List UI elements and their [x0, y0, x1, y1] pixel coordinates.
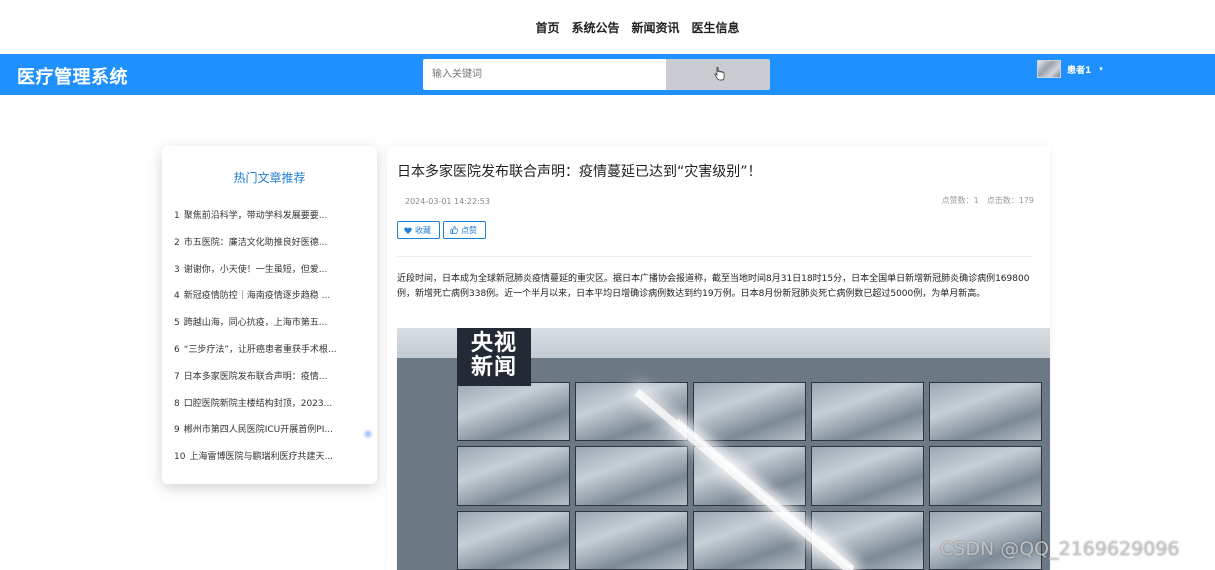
user-menu[interactable]: 患者1 ▾ — [1037, 60, 1103, 78]
nav-item-news[interactable]: 新闻资讯 — [632, 19, 680, 36]
search-input[interactable] — [423, 59, 666, 90]
article-title: 日本多家医院发布联合声明：疫情蔓延已达到“灾害级别”！ — [397, 164, 762, 180]
list-item-label: 上海雷博医院与鹏瑞利医疗共建天... — [189, 452, 334, 463]
monitor-cell — [811, 446, 924, 506]
article-body: 近段时间，日本成为全球新冠肺炎疫情蔓延的重灾区。据日本广播协会报道称，截至当地时… — [397, 274, 1030, 299]
list-item-number: 1 — [174, 211, 180, 221]
monitor-cell — [929, 446, 1042, 506]
favorite-button[interactable]: 收藏 — [397, 221, 440, 239]
list-item-number: 4 — [174, 291, 180, 302]
favorite-label: 收藏 — [415, 225, 431, 235]
monitor-cell — [457, 382, 570, 442]
monitor-cell — [575, 446, 688, 506]
header-bar: 医疗管理系统 患者1 ▾ — [0, 54, 1215, 95]
list-item-number: 6 — [174, 344, 180, 355]
chevron-down-icon[interactable]: ▾ — [1099, 65, 1103, 73]
list-item-number: 7 — [174, 371, 180, 382]
monitor-cell — [811, 510, 924, 570]
hot-articles-list: 1 聚焦前沿科学，带动学科发展要要... 2 市五医院：廉洁文化助推良好医德... … — [174, 208, 346, 476]
list-item[interactable]: 10 上海雷博医院与鹏瑞利医疗共建天... — [174, 449, 346, 476]
divider — [397, 256, 1033, 257]
list-item[interactable]: 3 谢谢你，小天使！一生虽短，但爱... — [174, 262, 346, 289]
hot-articles-card: 热门文章推荐 1 聚焦前沿科学，带动学科发展要要... 2 市五医院：廉洁文化助推良… — [162, 146, 377, 484]
list-item[interactable]: 4 新冠疫情防控｜海南疫情逐步趋稳 ... — [174, 288, 346, 315]
list-item-number: 5 — [174, 318, 180, 329]
cctv-news-logo: 央视 新闻 — [457, 328, 531, 386]
list-item-number: 3 — [174, 264, 180, 275]
like-label: 点赞 — [461, 225, 477, 235]
article-panel: 日本多家医院发布联合声明：疫情蔓延已达到“灾害级别”！ 2024-03-01 1… — [387, 146, 1050, 570]
list-item-label: 跨越山海，同心抗疫，上海市第五... — [183, 318, 328, 329]
list-item-label: 日本多家医院发布联合声明：疫情... — [183, 371, 328, 382]
list-item[interactable]: 9 郴州市第四人民医院ICU开展首例PI... — [174, 422, 346, 449]
brand-title: 医疗管理系统 — [17, 67, 128, 88]
user-name[interactable]: 患者1 — [1067, 63, 1091, 76]
hand-cursor-icon — [714, 67, 725, 81]
click-count: 点击数：179 — [986, 196, 1034, 205]
list-item-label: 市五医院：廉洁文化助推良好医德... — [183, 237, 328, 248]
thumbs-up-icon — [450, 226, 458, 234]
list-item[interactable]: 6 “三步疗法”，让肝癌患者重获手术根... — [174, 342, 346, 369]
list-item-label: “三步疗法”，让肝癌患者重获手术根... — [183, 344, 337, 355]
list-item[interactable]: 7 日本多家医院发布联合声明：疫情... — [174, 369, 346, 396]
logo-line-1: 央视 — [470, 331, 517, 356]
article-actions: 收藏 点赞 — [397, 221, 486, 239]
article-image: 央视 新闻 — [397, 328, 1050, 570]
decorative-blob — [362, 429, 374, 439]
monitor-cell — [575, 382, 688, 442]
logo-line-2: 新闻 — [470, 355, 517, 380]
search-button[interactable] — [666, 59, 770, 90]
monitor-cell — [457, 510, 570, 570]
search-bar — [423, 59, 770, 90]
list-item[interactable]: 2 市五医院：廉洁文化助推良好医德... — [174, 235, 346, 262]
watermark: CSDN @QQ_2169629096 — [940, 538, 1180, 560]
like-button[interactable]: 点赞 — [443, 221, 486, 239]
monitor-cell — [929, 382, 1042, 442]
list-item-number: 9 — [174, 425, 180, 436]
monitor-cell — [811, 382, 924, 442]
article-date: 2024-03-01 14:22:53 — [405, 197, 490, 206]
list-item[interactable]: 5 跨越山海，同心抗疫，上海市第五... — [174, 315, 346, 342]
list-item-number: 8 — [174, 398, 180, 409]
monitor-cell — [575, 510, 688, 570]
list-item-label: 谢谢你，小天使！一生虽短，但爱... — [183, 264, 328, 275]
nav-item-announcements[interactable]: 系统公告 — [571, 19, 619, 36]
top-nav-items: 首页 系统公告 新闻资讯 医生信息 — [535, 19, 739, 36]
list-item-label: 聚焦前沿科学，带动学科发展要要... — [183, 211, 328, 221]
list-item-label: 郴州市第四人民医院ICU开展首例PI... — [183, 425, 333, 436]
article-stats: 点赞数：1 点击数：179 — [942, 195, 1034, 206]
list-item-number: 2 — [174, 237, 180, 248]
top-nav: 首页 系统公告 新闻资讯 医生信息 — [0, 0, 1215, 54]
list-item[interactable]: 8 口腔医院新院主楼结构封顶，2023... — [174, 396, 346, 423]
nav-item-doctors[interactable]: 医生信息 — [692, 19, 740, 36]
monitor-cell — [693, 382, 806, 442]
heart-icon — [404, 226, 412, 234]
list-item-number: 10 — [174, 452, 186, 463]
avatar[interactable] — [1037, 60, 1061, 78]
like-count: 点赞数：1 — [941, 196, 979, 205]
list-item[interactable]: 1 聚焦前沿科学，带动学科发展要要... — [174, 208, 346, 235]
hot-articles-title: 热门文章推荐 — [233, 171, 306, 185]
nav-item-home[interactable]: 首页 — [535, 19, 559, 36]
monitor-cell — [457, 446, 570, 506]
list-item-label: 新冠疫情防控｜海南疫情逐步趋稳 ... — [183, 291, 331, 302]
list-item-label: 口腔医院新院主楼结构封顶，2023... — [183, 398, 333, 409]
